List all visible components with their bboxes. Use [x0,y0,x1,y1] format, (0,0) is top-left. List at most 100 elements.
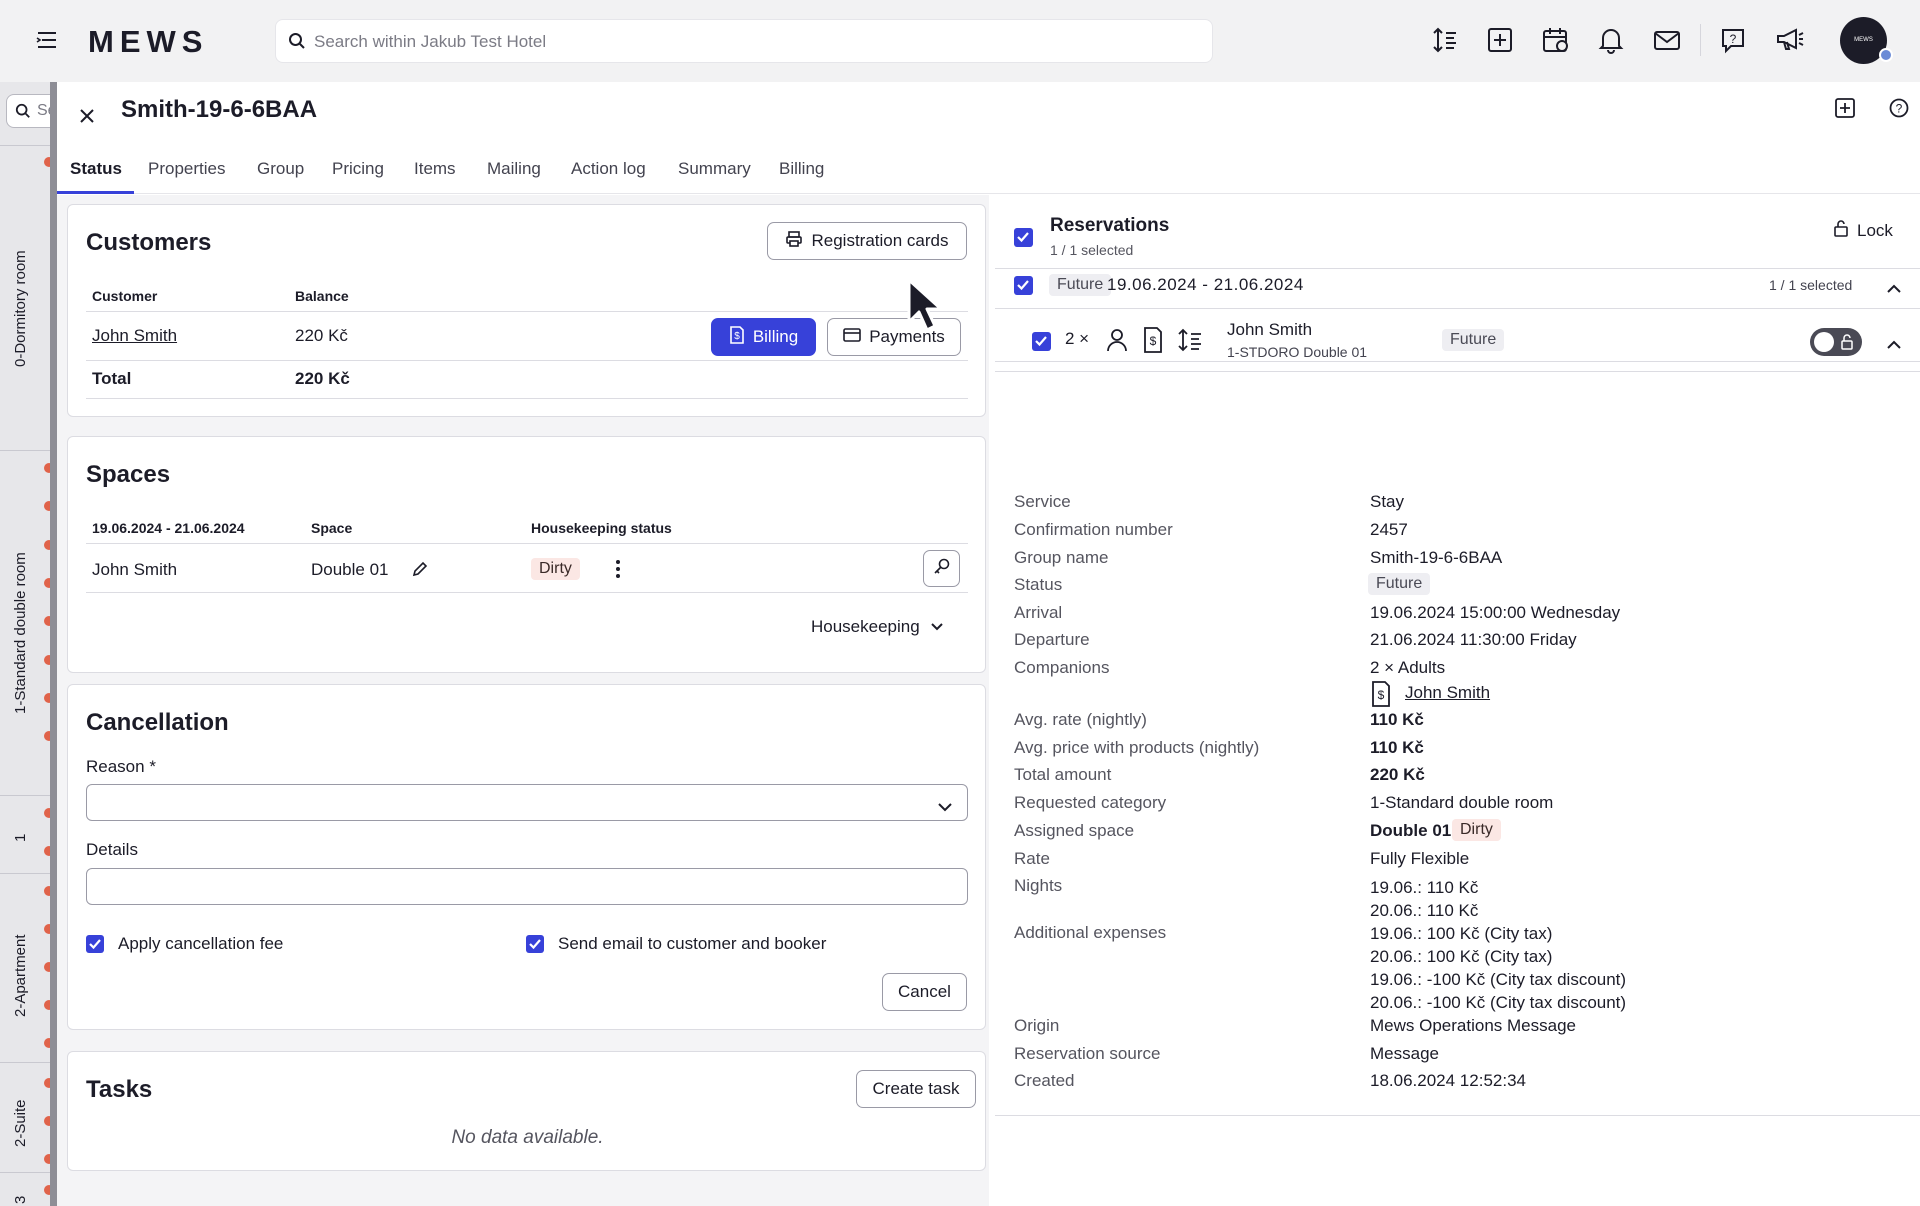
chevron-up-icon[interactable] [1886,335,1902,355]
sort-icon[interactable] [1432,26,1458,59]
mews-logo[interactable]: MEWS [88,24,208,60]
created-label: Created [1014,1071,1075,1090]
room-label: 2-Suite [12,1099,29,1147]
sort-icon [1177,328,1203,357]
reservation-item-checkbox[interactable] [1032,332,1051,351]
night-item: 19.06.: 110 Kč [1370,878,1479,897]
timeline-background: Se 0-Dormitory room 1-Standard double ro… [0,82,66,1206]
chevron-up-icon[interactable] [1886,279,1902,299]
edit-icon[interactable] [411,560,429,583]
avg-price-label: Avg. price with products (nightly) [1014,738,1260,757]
housekeeping-label: Housekeeping [811,617,920,636]
item-guest-name: John Smith [1227,320,1313,339]
help-chat-icon[interactable]: ? [1720,26,1746,59]
cancellation-title: Cancellation [86,709,229,736]
svg-text:$: $ [1378,688,1385,702]
row-divider [0,450,57,451]
left-column: Customers Registration cards Customer Ba… [57,195,989,1206]
requested-category-value: 1-Standard double room [1370,793,1554,812]
spaces-title: Spaces [86,461,171,488]
reservations-selected: 1 / 1 selected [1050,242,1134,258]
toggle-knob [1814,332,1834,352]
reservation-panel: Smith-19-6-6BAA ? Status Properties Grou… [57,82,1920,1206]
cancel-button[interactable]: Cancel [882,973,967,1011]
tab-summary[interactable]: Summary [678,159,751,179]
group-value: Smith-19-6-6BAA [1370,548,1503,567]
avg-price-value: 110 Kč [1370,738,1424,757]
row-divider [0,1172,57,1173]
lock-icon [1833,219,1849,242]
group-checkbox[interactable] [1014,276,1033,295]
divider [86,311,968,312]
tab-action-log[interactable]: Action log [571,159,646,179]
service-value: Stay [1370,492,1405,511]
bell-icon[interactable] [1598,26,1624,59]
details-input[interactable] [86,868,968,905]
more-options-icon[interactable] [614,558,622,585]
rate-label: Rate [1014,849,1050,868]
announcement-icon[interactable] [1775,26,1805,59]
tab-billing[interactable]: Billing [779,159,824,179]
registration-cards-button[interactable]: Registration cards [767,222,967,260]
col-space: Space [311,520,353,536]
customer-link[interactable]: John Smith [92,326,177,346]
menu-icon[interactable] [36,30,58,55]
add-icon[interactable] [1835,98,1855,123]
reason-select[interactable] [86,784,968,821]
svg-text:?: ? [1896,102,1903,116]
room-label: 0-Dormitory room [12,250,29,367]
registration-cards-label: Registration cards [811,231,949,250]
night-item: 20.06.: 110 Kč [1370,901,1479,920]
companion-link[interactable]: John Smith [1405,683,1490,703]
tab-properties[interactable]: Properties [148,159,225,179]
divider [995,361,1920,362]
divider [86,360,968,361]
reservations-select-all-checkbox[interactable] [1014,228,1033,247]
tab-group[interactable]: Group [257,159,304,179]
arrival-label: Arrival [1014,603,1063,622]
status-badge: Future [1368,573,1431,595]
customer-balance: 220 Kč [295,326,348,345]
lock-button[interactable]: Lock [1833,219,1893,242]
arrival-value: 19.06.2024 15:00:00 Wednesday [1370,603,1621,622]
apply-fee-checkbox[interactable] [86,935,104,953]
col-customer: Customer [92,288,158,304]
close-icon[interactable] [79,98,95,131]
tab-status[interactable]: Status [70,159,122,179]
mail-icon[interactable] [1653,26,1681,59]
lock-toggle[interactable] [1810,328,1862,356]
tab-mailing[interactable]: Mailing [487,159,541,179]
key-button[interactable] [923,550,960,587]
calendar-icon[interactable] [1542,26,1570,59]
billing-button[interactable]: $ Billing [711,318,816,356]
chevron-down-icon [937,797,953,817]
col-dates: 19.06.2024 - 21.06.2024 [92,520,245,536]
billing-label: Billing [752,327,799,346]
customers-title: Customers [86,229,212,256]
send-email-checkbox[interactable] [526,935,544,953]
origin-label: Origin [1014,1016,1060,1035]
companions-label: Companions [1014,658,1110,677]
group-selected: 1 / 1 selected [1769,277,1853,293]
avg-rate-value: 110 Kč [1370,710,1424,729]
spaces-card: Spaces 19.06.2024 - 21.06.2024 Space Hou… [67,436,986,673]
help-icon[interactable]: ? [1889,98,1909,123]
active-tab-indicator [57,191,134,194]
add-icon[interactable] [1487,26,1513,59]
create-task-button[interactable]: Create task [856,1070,976,1108]
divider [86,398,968,399]
group-status-badge: Future [1049,274,1112,296]
create-task-label: Create task [872,1079,960,1098]
tab-items[interactable]: Items [414,159,456,179]
assigned-status-badge: Dirty [1452,819,1501,841]
empty-state: No data available. [451,1127,604,1148]
chevron-down-icon [930,617,944,637]
housekeeping-dropdown[interactable]: Housekeeping [811,617,944,637]
companions-value: 2 × Adults [1370,658,1446,677]
expense-item: 19.06.: -100 Kč (City tax discount) [1370,970,1627,989]
lock-label: Lock [1857,220,1893,240]
divider [86,543,968,544]
global-search-input[interactable]: Search within Jakub Test Hotel [275,19,1213,63]
mouse-cursor-icon [906,277,946,338]
tab-pricing[interactable]: Pricing [332,159,384,179]
